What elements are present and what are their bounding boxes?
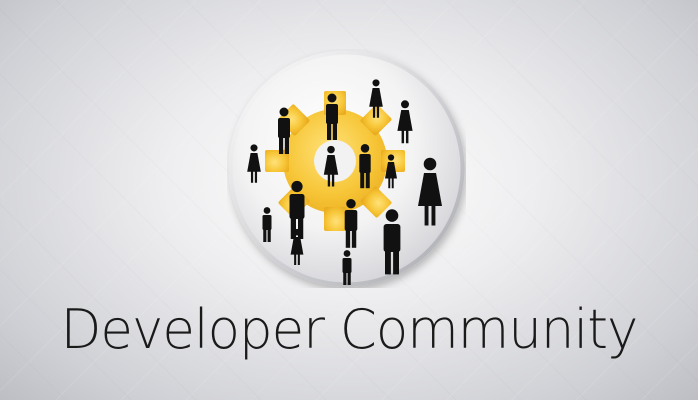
community-logo	[227, 49, 466, 288]
page-title: Developer Community	[60, 298, 639, 361]
gear-with-people-icon	[228, 50, 465, 287]
